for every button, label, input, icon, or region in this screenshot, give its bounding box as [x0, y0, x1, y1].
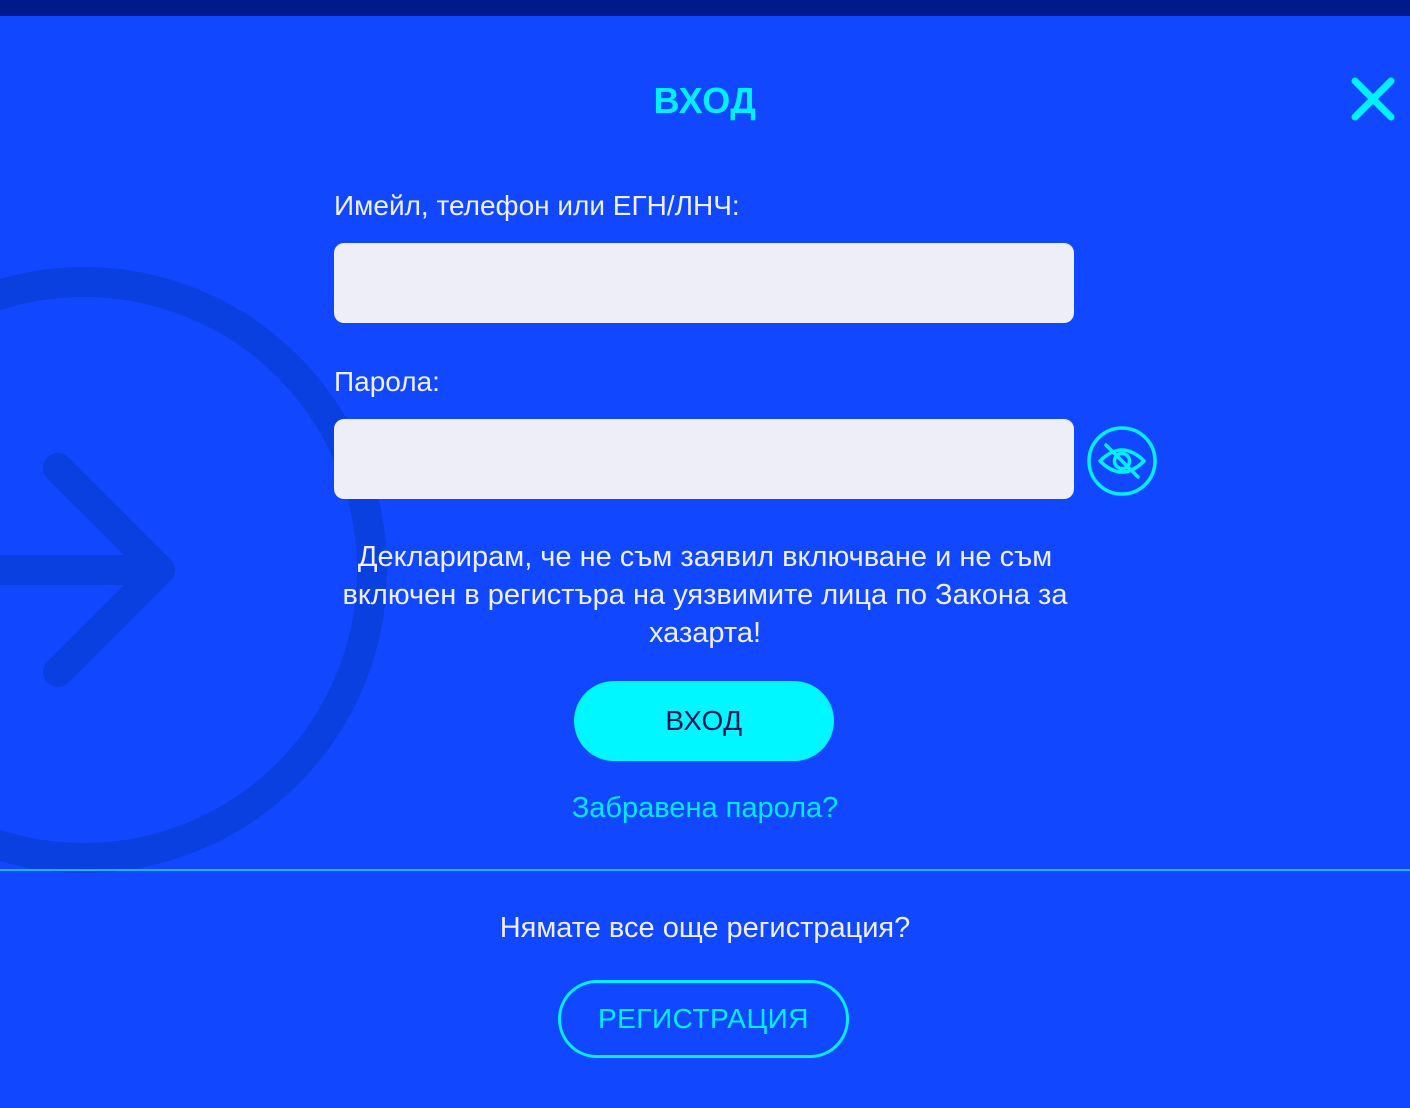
top-bar: [0, 0, 1410, 16]
close-button[interactable]: [1346, 72, 1400, 126]
close-icon: [1351, 77, 1395, 121]
no-account-text: Нямате все още регистрация?: [499, 912, 911, 944]
register-button[interactable]: РЕГИСТРАЦИЯ: [558, 980, 849, 1058]
eye-slash-icon: [1087, 426, 1157, 496]
gambling-declaration-text: Декларирам, че не съм заявил включване и…: [342, 541, 1068, 649]
login-submit-button[interactable]: ВХОД: [574, 681, 834, 761]
modal-title: ВХОД: [653, 80, 757, 121]
forgot-password-link[interactable]: Забравена парола?: [0, 792, 1410, 825]
password-input[interactable]: [334, 419, 1074, 499]
login-input[interactable]: [334, 243, 1074, 323]
divider: [0, 869, 1410, 871]
login-field-label: Имейл, телефон или ЕГН/ЛНЧ:: [334, 190, 740, 221]
password-visibility-toggle[interactable]: [1086, 425, 1158, 497]
password-field-label: Парола:: [334, 366, 440, 397]
